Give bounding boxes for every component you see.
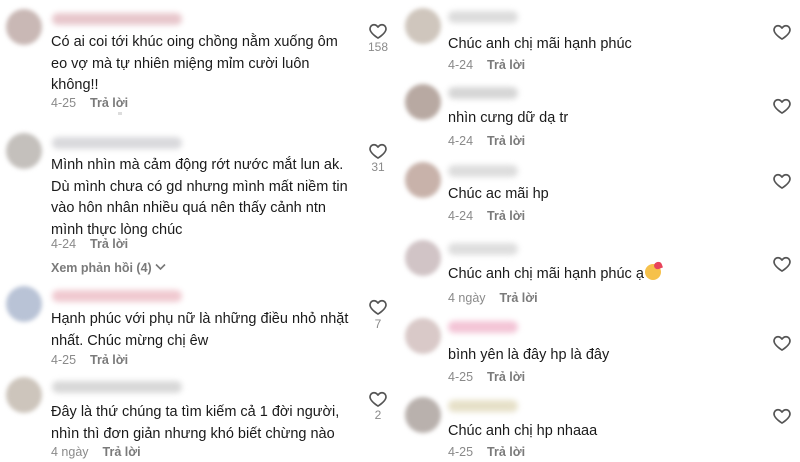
avatar[interactable] [6, 9, 42, 45]
reply-button[interactable]: Trả lời [90, 96, 128, 110]
username[interactable] [52, 137, 182, 149]
comment-meta: 4-25 Trả lời [448, 445, 525, 459]
comment-date: 4-25 [51, 96, 77, 110]
reply-button[interactable]: Trả lời [103, 445, 141, 459]
comment-meta: 4-25 Trả lời [51, 96, 128, 110]
username[interactable] [448, 243, 518, 255]
reply-button[interactable]: Trả lời [487, 58, 525, 72]
heart-icon[interactable] [368, 389, 388, 409]
comment-date: 4 ngày [51, 445, 89, 459]
reply-button[interactable]: Trả lời [500, 291, 538, 305]
comment-column-right: Chúc anh chị mãi hạnh phúc 4-24 Trả lời nhì… [400, 0, 800, 462]
username[interactable] [448, 321, 518, 333]
comment-meta: 4-24 Trả lời [448, 58, 525, 72]
avatar[interactable] [6, 286, 42, 322]
heart-icon[interactable] [772, 333, 792, 353]
username[interactable] [448, 87, 518, 99]
comment-date: 4-24 [51, 237, 77, 251]
heart-icon[interactable] [368, 141, 388, 161]
comment-meta: 4-25 Trả lời [51, 353, 128, 367]
heart-icon[interactable] [772, 254, 792, 274]
heart-icon[interactable] [368, 297, 388, 317]
comment-text: bình yên là đây hp là đây [448, 347, 610, 363]
comment-text: nhìn cưng dữ dạ tr [448, 110, 569, 126]
avatar[interactable] [405, 162, 441, 198]
view-replies-button[interactable]: Xem phản hồi (4) [51, 261, 166, 275]
heart-icon[interactable] [772, 171, 792, 191]
avatar[interactable] [405, 240, 441, 276]
comment-meta: 4-24 Trả lời [448, 209, 525, 223]
like-count: 158 [367, 40, 389, 54]
username[interactable] [448, 11, 518, 23]
avatar[interactable] [405, 84, 441, 120]
comment-text: Có ai coi tới khúc oing chồng nằm xuống … [51, 34, 338, 93]
comment-date: 4-24 [448, 58, 474, 72]
comment-text: Chúc anh chị mãi hạnh phúc [448, 36, 632, 52]
username[interactable] [52, 381, 182, 393]
reply-button[interactable]: Trả lời [487, 209, 525, 223]
comment-meta: 4 ngày Trả lời [51, 445, 141, 459]
username[interactable] [448, 400, 518, 412]
comment-text: Chúc anh chị hp nhaaa [448, 423, 598, 439]
comment-text: Mình nhìn mà cảm động rớt nước mắt lun a… [51, 157, 348, 238]
comment-column-left: Có ai coi tới khúc oing chồng nằm xuống … [0, 0, 395, 462]
chevron-down-icon [155, 263, 166, 274]
heart-icon[interactable] [772, 406, 792, 426]
like-count: 2 [374, 408, 382, 422]
reply-button[interactable]: Trả lời [487, 134, 525, 148]
reply-button[interactable]: Trả lời [90, 237, 128, 251]
avatar[interactable] [405, 8, 441, 44]
like-count: 7 [374, 317, 382, 331]
comment-date: 4-24 [448, 134, 474, 148]
avatar[interactable] [6, 377, 42, 413]
comment-meta: 4-25 Trả lời [448, 370, 525, 384]
username[interactable] [52, 290, 182, 302]
comment-meta: 4-24 Trả lời [448, 134, 525, 148]
comment-date: 4-24 [448, 209, 474, 223]
heart-icon[interactable] [772, 22, 792, 42]
comment-date: 4-25 [448, 445, 474, 459]
username[interactable] [448, 165, 518, 177]
smiling-face-with-hearts-icon [644, 264, 661, 280]
avatar[interactable] [405, 318, 441, 354]
comment-text: Chúc ac mãi hp [448, 186, 549, 202]
like-count: 31 [371, 160, 385, 174]
view-replies-label: Xem phản hồi (4) [51, 261, 152, 275]
avatar[interactable] [405, 397, 441, 433]
comment-date: 4 ngày [448, 291, 486, 305]
heart-icon[interactable] [772, 96, 792, 116]
reply-button[interactable]: Trả lời [487, 370, 525, 384]
comment-meta: 4 ngày Trả lời [448, 291, 538, 305]
comment-text: Đây là thứ chúng ta tìm kiếm cả 1 đời ng… [51, 404, 340, 442]
comment-text: Hạnh phúc với phụ nữ là những điều nhỏ n… [51, 311, 349, 349]
comment-text: Chúc anh chị mãi hạnh phúc ạ [448, 264, 661, 286]
comment-date: 4-25 [51, 353, 77, 367]
comment-meta: 4-24 Trả lời [51, 237, 128, 251]
divider [118, 112, 122, 115]
heart-icon[interactable] [368, 21, 388, 41]
comment-date: 4-25 [448, 370, 474, 384]
username[interactable] [52, 13, 182, 25]
reply-button[interactable]: Trả lời [487, 445, 525, 459]
avatar[interactable] [6, 133, 42, 169]
reply-button[interactable]: Trả lời [90, 353, 128, 367]
